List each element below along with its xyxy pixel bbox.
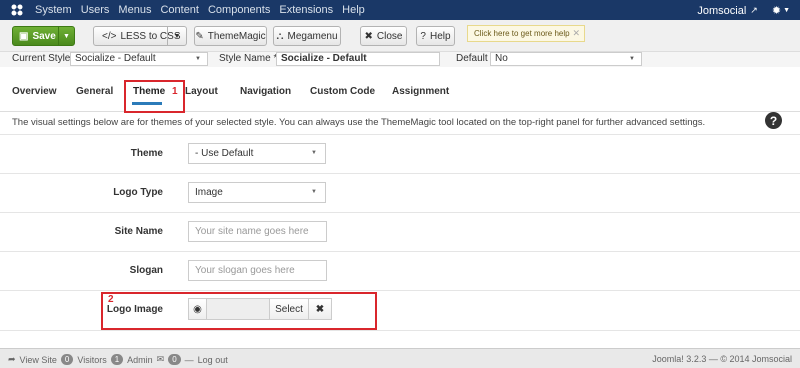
chevron-down-icon: ▼ xyxy=(783,7,790,14)
help-button[interactable]: ? Help xyxy=(416,26,455,46)
chevron-down-icon: ▼ xyxy=(195,56,201,62)
logout-link[interactable]: Log out xyxy=(198,355,228,365)
save-icon: ▣ xyxy=(19,30,29,42)
logo-type-value: Image xyxy=(195,187,223,198)
menu-item-system[interactable]: System xyxy=(35,4,72,16)
logout-icon: — xyxy=(184,354,194,365)
default-label: Default xyxy=(456,53,488,64)
tab-layout[interactable]: Layout xyxy=(185,86,218,97)
menu-item-content[interactable]: Content xyxy=(160,4,199,16)
slogan-input[interactable]: Your slogan goes here xyxy=(188,260,327,281)
theme-select[interactable]: - Use Default ▼ xyxy=(188,143,326,164)
default-select[interactable]: No ▼ xyxy=(490,52,642,66)
chevron-down-icon: ▼ xyxy=(629,56,635,62)
less-to-css-button[interactable]: </> LESS to CSS ▼ xyxy=(93,26,187,46)
current-style-label: Current Style xyxy=(12,53,71,64)
magic-wand-icon: ✎ xyxy=(195,30,204,42)
question-icon: ? xyxy=(420,30,426,42)
site-name-input[interactable]: Your site name goes here xyxy=(188,221,327,242)
megamenu-label: Megamenu xyxy=(287,30,338,42)
site-name-link[interactable]: Jomsocial xyxy=(697,5,746,17)
tab-custom-code[interactable]: Custom Code xyxy=(310,86,375,97)
sitemap-icon: ⛬ xyxy=(276,30,284,42)
menu-item-help[interactable]: Help xyxy=(342,4,365,16)
menu-item-menus[interactable]: Menus xyxy=(118,4,151,16)
chevron-down-icon: ▼ xyxy=(311,189,317,195)
current-style-select[interactable]: Socialize - Default ▼ xyxy=(70,52,208,66)
tab-assignment[interactable]: Assignment xyxy=(392,86,449,97)
theme-label: Theme xyxy=(130,148,163,159)
thememagic-label: ThemeMagic xyxy=(207,30,266,42)
tab-overview[interactable]: Overview xyxy=(12,86,56,97)
less-dropdown-toggle[interactable]: ▼ xyxy=(167,27,186,45)
settings-tabs: Overview General Theme Layout Navigation… xyxy=(0,67,800,112)
tab-general[interactable]: General xyxy=(76,86,113,97)
form-row-theme: Theme - Use Default ▼ xyxy=(0,134,800,173)
logo-type-label: Logo Type xyxy=(113,187,163,198)
admin-count-badge: 1 xyxy=(110,354,124,365)
visitors-count-badge: 0 xyxy=(60,354,74,365)
admin-menu: System Users Menus Content Components Ex… xyxy=(35,4,374,16)
style-name-input[interactable]: Socialize - Default xyxy=(276,52,440,66)
save-button[interactable]: ▣ Save ▼ xyxy=(12,26,75,46)
toolbar: ▣ Save ▼ </> LESS to CSS ▼ ✎ ThemeMagic … xyxy=(0,20,800,52)
gear-icon[interactable]: ✹ xyxy=(772,4,781,17)
envelope-icon[interactable]: ✉ xyxy=(157,354,165,365)
help-label: Help xyxy=(429,30,451,42)
joomla-logo-icon[interactable] xyxy=(10,3,24,17)
save-button-label: Save xyxy=(32,30,56,42)
style-name-label: Style Name * xyxy=(219,53,278,64)
thememagic-button[interactable]: ✎ ThemeMagic xyxy=(194,26,267,46)
tab-navigation[interactable]: Navigation xyxy=(240,86,291,97)
info-text: The visual settings below are for themes… xyxy=(12,117,706,128)
close-button[interactable]: ✖ Close xyxy=(360,26,407,46)
style-name-value: Socialize - Default xyxy=(281,53,367,64)
form-bottom-divider xyxy=(0,330,800,331)
close-icon[interactable]: ✕ xyxy=(572,28,580,39)
theme-value: - Use Default xyxy=(195,148,254,159)
form-row-logo-type: Logo Type Image ▼ xyxy=(0,173,800,212)
save-dropdown-toggle[interactable]: ▼ xyxy=(58,27,74,45)
current-style-value: Socialize - Default xyxy=(75,53,156,64)
code-icon: </> xyxy=(102,30,117,42)
version-text: Joomla! 3.2.3 — © 2014 Jomsocial xyxy=(652,354,792,364)
menu-item-components[interactable]: Components xyxy=(208,4,270,16)
logo-type-select[interactable]: Image ▼ xyxy=(188,182,326,203)
admin-label: Admin xyxy=(127,354,153,365)
close-icon: ✖ xyxy=(364,30,373,42)
chevron-down-icon: ▼ xyxy=(311,150,317,156)
help-banner-text: Click here to get more help xyxy=(474,29,570,38)
help-circle-icon[interactable]: ? xyxy=(765,112,782,129)
default-value: No xyxy=(495,53,508,64)
menu-item-extensions[interactable]: Extensions xyxy=(279,4,333,16)
visitors-label: Visitors xyxy=(77,354,107,365)
status-footer: ➦ View Site 0 Visitors 1 Admin ✉ 0 — Log… xyxy=(0,348,800,368)
close-label: Close xyxy=(376,30,403,42)
view-site-link[interactable]: View Site xyxy=(20,355,57,365)
form-row-slogan: Slogan Your slogan goes here xyxy=(0,251,800,290)
megamenu-button[interactable]: ⛬ Megamenu xyxy=(273,26,341,46)
site-name-label: Site Name xyxy=(114,226,163,237)
annotation-number-1: 1 xyxy=(172,86,178,97)
external-link-icon[interactable]: ↗ xyxy=(750,5,758,16)
annotation-box-2 xyxy=(101,292,377,330)
view-site-icon: ➦ xyxy=(8,354,16,364)
menu-item-users[interactable]: Users xyxy=(81,4,110,16)
slogan-placeholder: Your slogan goes here xyxy=(195,265,295,276)
form-row-site-name: Site Name Your site name goes here xyxy=(0,212,800,251)
site-name-placeholder: Your site name goes here xyxy=(195,226,309,237)
help-banner[interactable]: Click here to get more help ✕ xyxy=(467,25,585,42)
messages-count-badge: 0 xyxy=(168,354,181,365)
style-row: Current Style Socialize - Default ▼ Styl… xyxy=(0,52,800,67)
top-navbar: System Users Menus Content Components Ex… xyxy=(0,0,800,20)
slogan-label: Slogan xyxy=(129,265,163,276)
annotation-number-2: 2 xyxy=(108,294,114,305)
